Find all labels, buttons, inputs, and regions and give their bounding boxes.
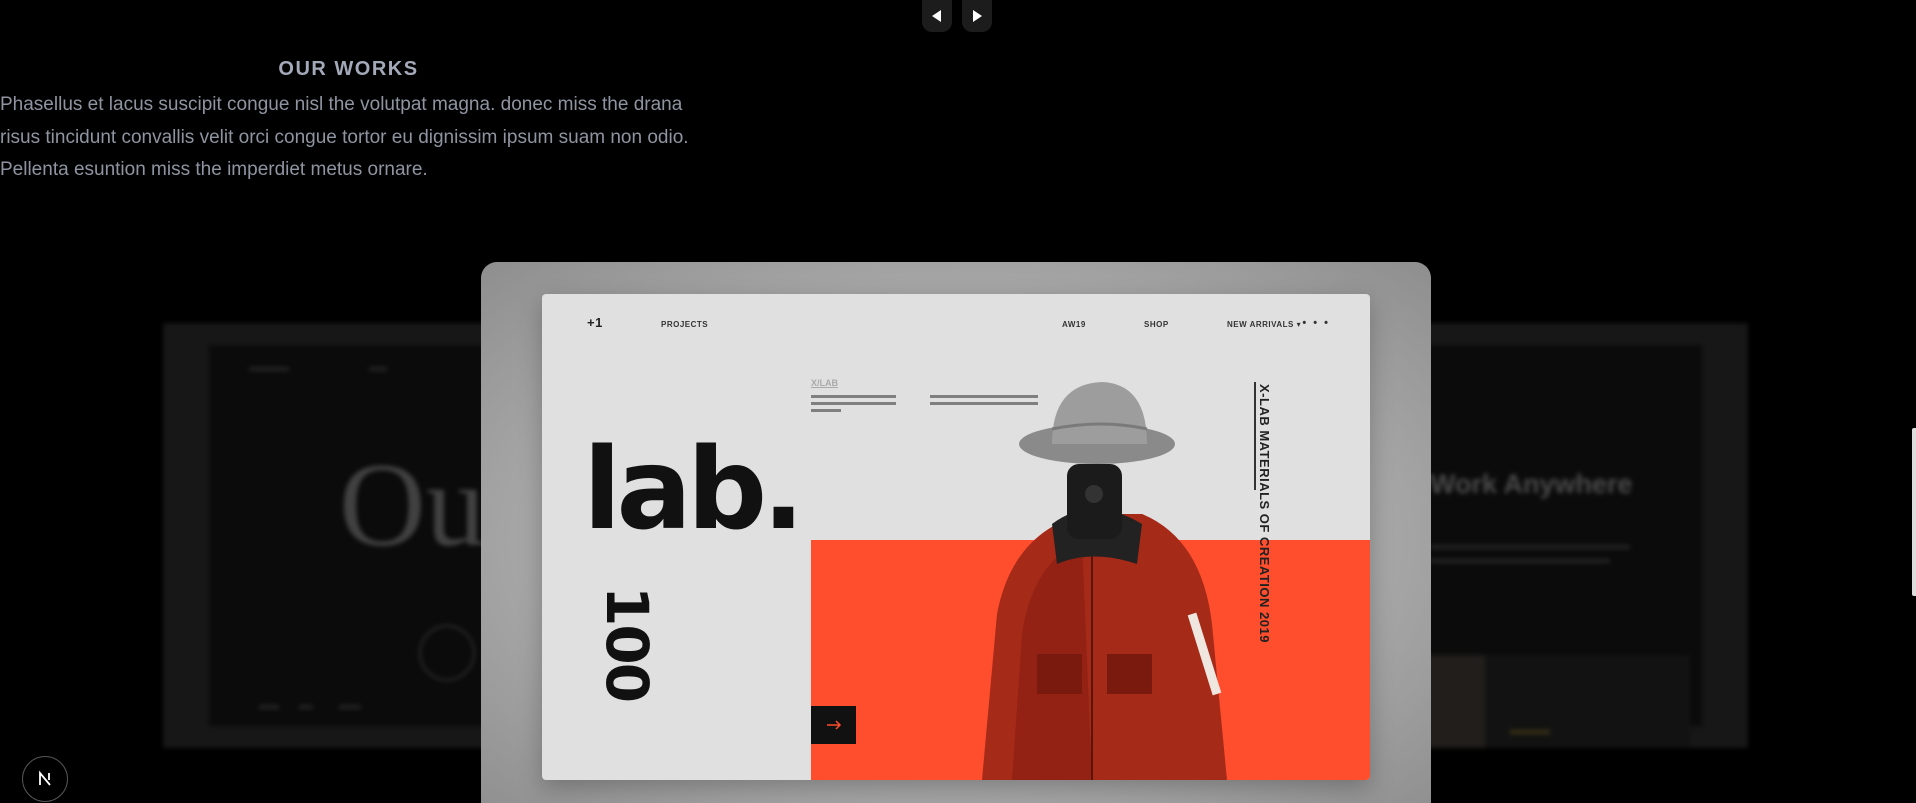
mock-text-line: [811, 409, 841, 412]
mock-nav-projects: PROJECTS: [661, 320, 709, 329]
prev-slide-button[interactable]: [922, 0, 952, 32]
triangle-left-icon: [932, 10, 941, 22]
scroll-edge-tab[interactable]: [1912, 428, 1916, 596]
mock-nav: +1 PROJECTS AW19 SHOP NEW ARRIVALS ▾ • •…: [587, 315, 1330, 332]
nextjs-badge[interactable]: [22, 756, 68, 802]
project-screenshot: +1 PROJECTS AW19 SHOP NEW ARRIVALS ▾ • •…: [542, 294, 1370, 780]
mock-text-line: [811, 402, 896, 405]
mock-vertical-text: X-LAB MATERIALS OF CREATION 2019: [1257, 384, 1272, 643]
ghost-headline: Ou: [339, 438, 486, 571]
arrow-right-icon: [826, 720, 841, 730]
section-title: OUR WORKS: [278, 58, 419, 80]
mock-arrow-button: [811, 706, 856, 744]
n-logo-icon: [39, 770, 51, 786]
mock-headline: lab.: [583, 425, 805, 555]
ghost-link: [1510, 730, 1550, 734]
model-figure: [982, 382, 1227, 780]
slide-next-screen: Work Anywhere: [1400, 345, 1702, 748]
ghost-nav: [249, 367, 289, 371]
slider-arrows: [922, 0, 992, 32]
mock-brand-small: X/LAB: [811, 378, 838, 388]
section-description: Phasellus et lacus suscipit congue nisl …: [0, 94, 689, 180]
mock-more-icon: • • •: [1302, 317, 1330, 329]
ghost-link: [299, 705, 313, 709]
slide-next[interactable]: Work Anywhere: [1400, 323, 1748, 748]
ghost-link: [259, 705, 279, 709]
triangle-right-icon: [973, 10, 982, 22]
ghost-text: [1430, 545, 1630, 549]
ghost-play-circle: [419, 625, 475, 681]
mock-text-line: [811, 395, 896, 398]
mock-number: 100: [593, 586, 661, 702]
ghost-headline: Work Anywhere: [1430, 469, 1633, 499]
mock-nav-aw19: AW19: [1062, 320, 1086, 329]
mock-nav-shop: SHOP: [1144, 320, 1169, 329]
next-slide-button[interactable]: [962, 0, 992, 32]
mock-nav-new-arrivals: NEW ARRIVALS ▾: [1227, 320, 1302, 329]
mock-vertical-rule: [1254, 382, 1256, 490]
ghost-link: [339, 705, 361, 709]
ghost-nav: [369, 367, 387, 371]
ghost-text: [1430, 559, 1610, 563]
mock-logo: +1: [587, 315, 603, 330]
featured-project-card[interactable]: +1 PROJECTS AW19 SHOP NEW ARRIVALS ▾ • •…: [481, 262, 1431, 803]
